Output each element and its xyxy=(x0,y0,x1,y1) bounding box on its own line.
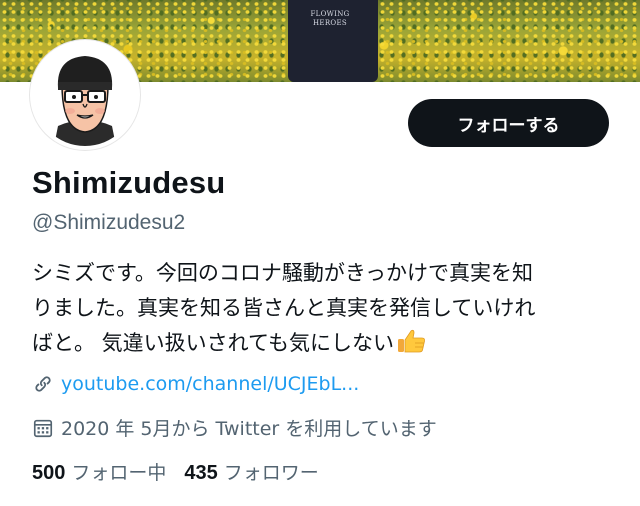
bio-line-text: ばと。 気違い扱いされても気にしない xyxy=(32,331,394,355)
bio-line: シミズです。今回のコロナ騒動がきっかけで真実を知 xyxy=(32,261,534,285)
link-icon xyxy=(35,376,51,392)
bio-line: りました。真実を知る皆さんと真実を発信していけれ xyxy=(32,296,536,320)
display-name: Shimizudesu xyxy=(32,165,226,200)
joined-date-row: 2020 年 5月から Twitter を利用しています xyxy=(32,414,437,441)
followers-stat[interactable]: 435 フォロワー xyxy=(184,458,318,485)
following-label: フォロー中 xyxy=(71,462,167,484)
thumbs-up-icon xyxy=(398,329,425,353)
follow-button[interactable]: フォローする xyxy=(408,99,609,147)
profile-link-row: youtube.com/channel/UCJEbL... xyxy=(32,373,359,395)
following-count: 500 xyxy=(32,462,66,484)
followers-label: フォロワー xyxy=(223,462,319,484)
bio-line: ばと。 気違い扱いされても気にしない xyxy=(32,326,622,361)
profile-link[interactable]: youtube.com/channel/UCJEbL... xyxy=(61,373,359,395)
followers-count: 435 xyxy=(184,462,218,484)
bio: シミズです。今回のコロナ騒動がきっかけで真実を知 りました。真実を知る皆さんと真… xyxy=(32,256,622,361)
banner-shirt-text: FLOWING HEROES xyxy=(310,10,350,27)
follow-stats: 500 フォロー中 435 フォロワー xyxy=(32,458,337,485)
banner-shirt-print: FLOWING HEROES xyxy=(300,10,360,54)
joined-date: 2020 年 5月から Twitter を利用しています xyxy=(61,418,437,440)
avatar-illustration xyxy=(34,44,136,146)
calendar-icon xyxy=(33,419,53,437)
avatar[interactable] xyxy=(30,40,140,150)
following-stat[interactable]: 500 フォロー中 xyxy=(32,458,166,485)
handle: @Shimizudesu2 xyxy=(32,211,186,234)
